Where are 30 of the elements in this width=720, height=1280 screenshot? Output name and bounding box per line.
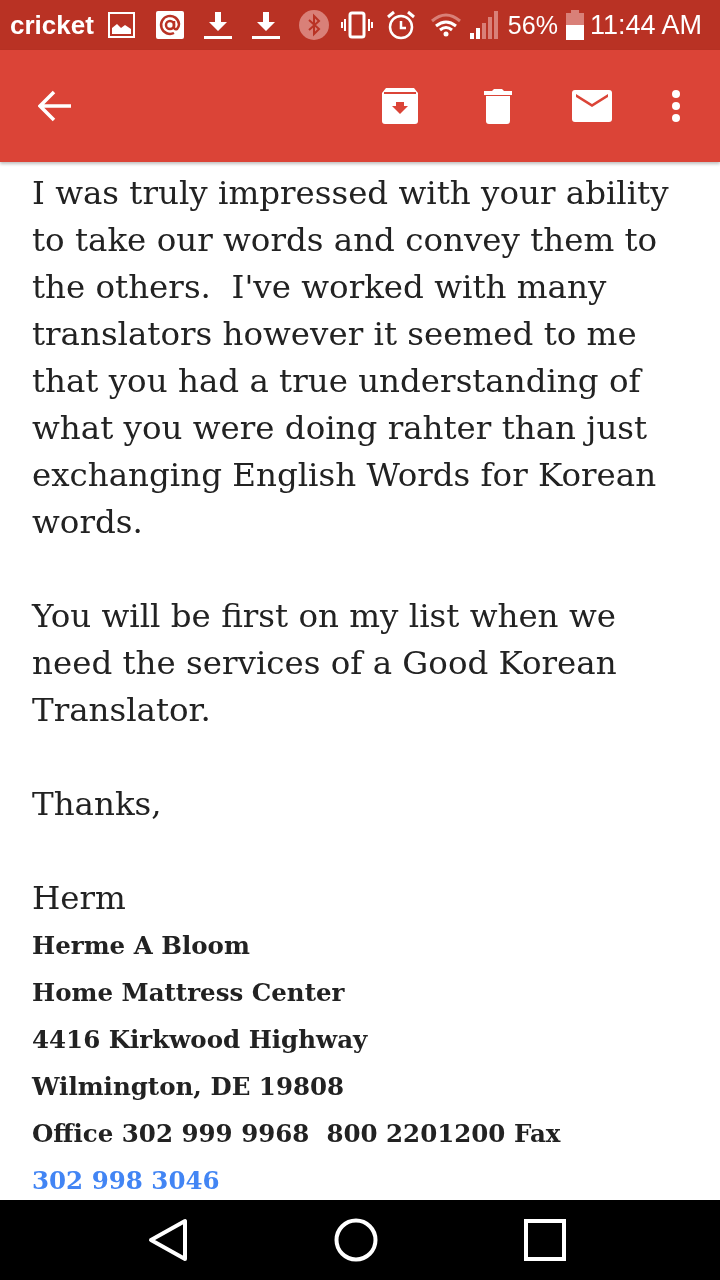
trash-icon[interactable] [484, 88, 512, 124]
message-paragraph: I was truly impressed with your ability to take our words and convey them to the others. I've worked with many translators however it seemed to me that you had a true understanding of what you were doing rahter than just exchanging English Words for Korean words. [32, 173, 670, 543]
back-icon[interactable] [148, 1218, 188, 1262]
signal-icon [469, 11, 500, 39]
archive-icon[interactable] [382, 88, 418, 124]
download-icon [251, 11, 280, 39]
more-icon[interactable] [670, 90, 682, 122]
signature-line: 4416 Kirkwood Highway [32, 1024, 369, 1056]
image-icon [107, 12, 135, 38]
home-icon[interactable] [334, 1218, 378, 1262]
sender-name: Herm [32, 878, 127, 919]
signature-line: Herme A Bloom [32, 930, 251, 962]
fax-number-link[interactable]: 302 998 3046 [32, 1166, 220, 1195]
recents-icon[interactable] [524, 1219, 566, 1261]
battery-icon [565, 10, 584, 40]
signature-line: Wilmington, DE 19808 [32, 1071, 346, 1103]
bluetooth-icon [298, 10, 329, 40]
contact-numbers: Office 302 999 9968 800 2201200 Fax [32, 1119, 561, 1148]
at-sign-icon [155, 11, 184, 39]
vibrate-icon [340, 11, 373, 39]
wifi-icon [430, 13, 461, 37]
message-paragraph: You will be first on my list when we need the services of a Good Korean Translator. [32, 596, 618, 731]
battery-percent: 56% [507, 10, 558, 40]
clock-time: 11:44 AM [589, 9, 702, 41]
alarm-clock-icon [386, 10, 415, 40]
download-icon [203, 11, 232, 39]
envelope-icon[interactable] [572, 90, 612, 122]
message-paragraph: Thanks, [32, 784, 163, 825]
carrier-name: cricket [10, 9, 94, 41]
signature-line: Home Mattress Center [32, 977, 346, 1009]
